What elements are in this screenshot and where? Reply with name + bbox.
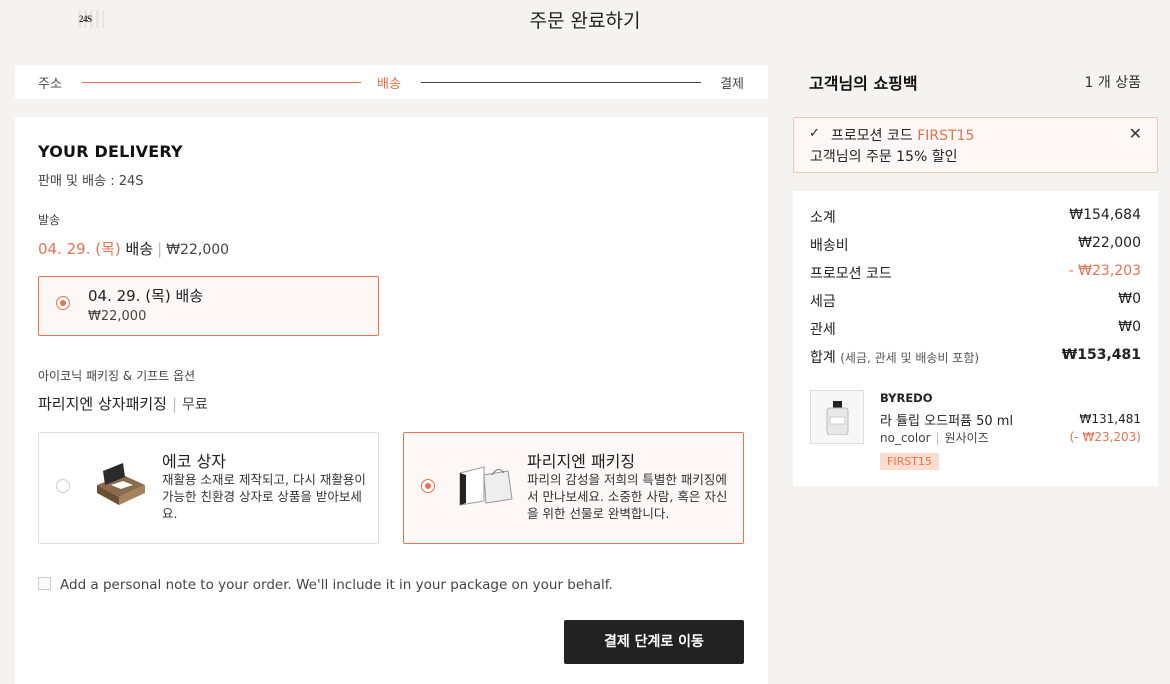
total-label: 합계 [810, 350, 836, 366]
summary-row: 프로모션 코드 - ₩23,203 [810, 263, 1141, 282]
step-address[interactable]: 주소 [38, 73, 62, 92]
parisian-radio[interactable] [421, 479, 435, 493]
summary-row: 배송비 ₩22,000 [810, 235, 1141, 254]
promo-desc: 고객님의 주문 15% 할인 [810, 149, 958, 165]
bag-count: 1 개 상품 [1084, 75, 1141, 91]
step-divider [82, 82, 361, 83]
go-to-payment-button[interactable]: 결제 단계로 이동 [564, 620, 744, 664]
product-color: no_color [880, 431, 931, 445]
step-divider [421, 82, 701, 83]
summary-total: 합계 (세금, 관세 및 배송비 포함) ₩153,481 [810, 347, 1141, 367]
shipping-option-price: ₩22,000 [88, 309, 147, 324]
perfume-bottle-icon [826, 401, 849, 435]
packaging-summary: 파리지엔 상자패키징 | 무료 [38, 395, 208, 413]
total-note: (세금, 관세 및 배송비 포함) [840, 351, 980, 365]
shipping-price: ₩22,000 [166, 242, 230, 258]
checkout-steps: 주소 배송 결제 [15, 65, 768, 99]
order-summary: 소계 ₩154,684 배송비 ₩22,000 프로모션 코드 - ₩23,203 세… [793, 191, 1158, 486]
close-icon[interactable]: ✕ [1129, 124, 1142, 143]
product-brand[interactable]: BYREDO [880, 391, 933, 405]
shipping-date: 04. 29. (목) [38, 240, 121, 258]
seller-info: 판매 및 배송 : 24S [38, 174, 144, 189]
shipping-option[interactable]: 04. 29. (목) 배송 ₩22,000 [38, 276, 379, 336]
page-title: 주문 완료하기 [529, 10, 641, 32]
parisian-box-image [459, 466, 513, 506]
promo-label: 프로모션 코드 FIRST15 [831, 125, 974, 145]
shipping-radio[interactable] [56, 296, 70, 310]
eco-radio[interactable] [56, 479, 70, 493]
eco-title: 에코 상자 [162, 452, 226, 471]
summary-row: 세금 ₩0 [810, 291, 1141, 310]
product-name[interactable]: 라 튤립 오드퍼퓸 50 ml [880, 410, 1013, 429]
bag-title: 고객님의 쇼핑백 [809, 74, 918, 93]
total-value: ₩153,481 [1061, 347, 1141, 363]
product-discount: (- ₩23,203) [1069, 430, 1141, 444]
promo-label-text: 프로모션 코드 [831, 128, 913, 144]
shipping-summary: 04. 29. (목) 배송 | ₩22,000 [38, 240, 230, 258]
note-label: Add a personal note to your order. We'll… [60, 577, 613, 593]
promo-code: FIRST15 [917, 128, 975, 144]
product-price: ₩131,481 [1079, 412, 1142, 426]
product-image[interactable] [810, 390, 864, 444]
packaging-option-eco[interactable]: 에코 상자 재활용 소재로 제작되고, 다시 재활용이 가능한 친환경 상자로 … [38, 432, 379, 544]
packaging-selected: 파리지엔 상자패키징 [38, 395, 167, 413]
product-size: 원사이즈 [944, 431, 989, 445]
product-variant: no_color | 원사이즈 [880, 431, 989, 445]
note-checkbox[interactable] [38, 577, 51, 590]
promo-banner: ✓ 프로모션 코드 FIRST15 고객님의 주문 15% 할인 ✕ [793, 117, 1158, 173]
step-payment: 결제 [720, 77, 744, 92]
delivery-card: YOUR DELIVERY 판매 및 배송 : 24S 발송 04. 29. (… [15, 117, 768, 684]
eco-desc: 재활용 소재로 제작되고, 다시 재활용이 가능한 친환경 상자로 상품을 받아… [162, 472, 366, 521]
promo-tag: FIRST15 [880, 453, 939, 470]
check-icon: ✓ [809, 126, 820, 141]
parisian-title: 파리지엔 패키징 [527, 452, 636, 471]
summary-row: 소계 ₩154,684 [810, 207, 1141, 226]
packaging-option-parisian[interactable]: 파리지엔 패키징 파리의 감성을 저희의 특별한 패키징에서 만나보세요. 소중… [403, 432, 744, 544]
shipping-option-label: 04. 29. (목) 배송 [88, 287, 204, 305]
step-delivery: 배송 [377, 77, 401, 92]
summary-row: 관세 ₩0 [810, 319, 1141, 338]
parisian-desc: 파리의 감성을 저희의 특별한 패키징에서 만나보세요. 소중한 사람, 혹은 … [527, 472, 728, 521]
shipping-word: 배송 [125, 240, 154, 258]
packaging-price: 무료 [182, 397, 208, 413]
eco-box-image [97, 463, 145, 505]
personal-note[interactable]: Add a personal note to your order. We'll… [38, 577, 613, 593]
packaging-label: 아이코닉 패키징 & 기프트 옵션 [38, 369, 196, 383]
shipping-label: 발송 [38, 213, 61, 227]
delivery-title: YOUR DELIVERY [38, 142, 183, 161]
